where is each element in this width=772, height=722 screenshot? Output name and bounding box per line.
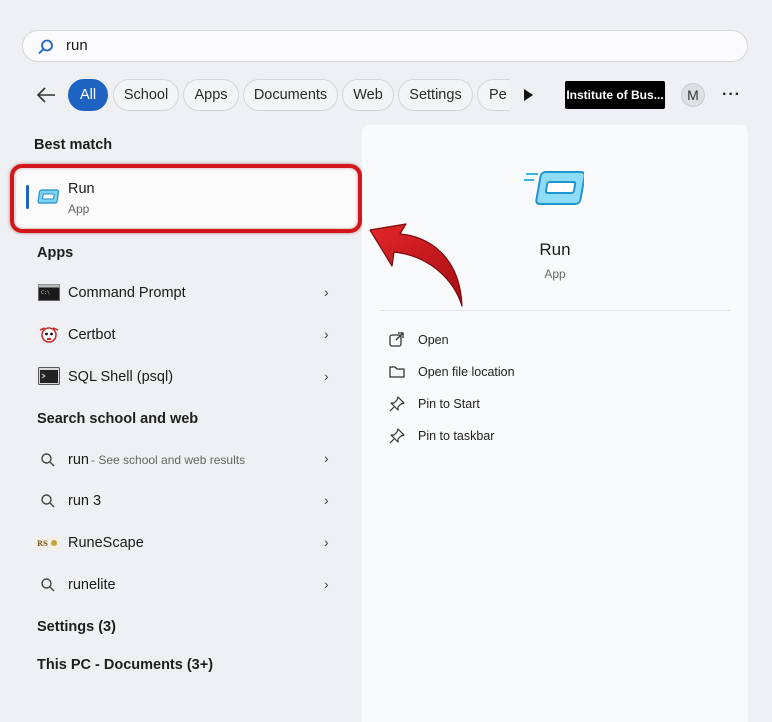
pin-icon (389, 428, 405, 444)
filter-all[interactable]: All (68, 79, 108, 111)
list-item-web-runescape[interactable]: RS RuneScape › (26, 526, 352, 560)
list-item-web-runelite[interactable]: runelite › (26, 568, 352, 602)
action-open-file-location[interactable]: Open file location (384, 361, 714, 385)
certbot-icon (39, 327, 59, 343)
search-icon (41, 494, 55, 508)
chevron-right-icon[interactable]: › (324, 368, 329, 384)
list-item-label: Command Prompt (68, 285, 186, 301)
list-item-label: RuneScape (68, 535, 144, 551)
best-match-heading: Best match (34, 137, 113, 153)
list-item-command-prompt[interactable]: C:\ Command Prompt › (26, 276, 352, 310)
organization-badge[interactable]: Institute of Bus... (565, 81, 665, 109)
list-item-label: SQL Shell (psql) (68, 369, 174, 385)
list-item-label: Certbot (68, 327, 116, 343)
action-label: Open file location (418, 365, 515, 379)
preview-divider (380, 310, 731, 311)
search-icon (41, 578, 55, 592)
filter-apps[interactable]: Apps (183, 79, 239, 111)
filter-documents[interactable]: Documents (243, 79, 338, 111)
folder-icon (389, 366, 405, 378)
list-item-certbot[interactable]: Certbot › (26, 318, 352, 352)
list-item-hint: - See school and web results (91, 453, 246, 467)
avatar[interactable]: M (681, 83, 705, 107)
chevron-right-icon[interactable]: › (324, 284, 329, 300)
documents-heading[interactable]: This PC - Documents (3+) (37, 657, 213, 673)
annotation-arrow-icon (369, 223, 463, 307)
search-box[interactable]: run (22, 30, 748, 62)
chevron-right-icon[interactable]: › (324, 450, 329, 466)
preview-panel (362, 125, 748, 722)
filter-school[interactable]: School (113, 79, 179, 111)
apps-heading: Apps (37, 245, 74, 261)
search-icon (38, 39, 53, 54)
svg-text:C:\: C:\ (41, 290, 50, 296)
command-prompt-icon: C:\ (38, 284, 60, 301)
highlight-frame (10, 164, 362, 233)
chevron-right-icon[interactable]: › (324, 534, 329, 550)
open-external-icon (389, 332, 404, 347)
runescape-icon: RS (36, 537, 60, 549)
back-arrow-icon[interactable] (34, 84, 58, 106)
chevron-right-icon[interactable]: › (324, 492, 329, 508)
run-app-large-icon (524, 171, 584, 205)
list-item-label: run 3 (68, 493, 102, 509)
action-label: Pin to Start (418, 397, 480, 411)
settings-heading[interactable]: Settings (3) (37, 619, 116, 635)
list-item-web-run3[interactable]: run 3 › (26, 484, 352, 518)
search-input[interactable]: run (66, 37, 88, 54)
action-label: Pin to taskbar (418, 429, 495, 443)
sql-shell-icon (38, 367, 60, 385)
filter-settings[interactable]: Settings (398, 79, 473, 111)
list-item-label: run (68, 452, 89, 468)
svg-text:RS: RS (37, 539, 48, 548)
pin-icon (389, 396, 405, 412)
chevron-right-icon[interactable]: › (324, 576, 329, 592)
list-item-label: runelite (68, 577, 116, 593)
search-web-heading: Search school and web (37, 411, 199, 427)
action-pin-to-taskbar[interactable]: Pin to taskbar (384, 425, 714, 449)
more-options-icon[interactable]: ··· (722, 86, 741, 104)
action-pin-to-start[interactable]: Pin to Start (384, 393, 714, 417)
action-open[interactable]: Open (384, 329, 714, 353)
scroll-right-icon[interactable] (521, 87, 535, 103)
list-item-web-run[interactable]: run - See school and web results › (26, 442, 352, 476)
action-label: Open (418, 333, 449, 347)
search-icon (41, 453, 55, 467)
filter-web[interactable]: Web (342, 79, 394, 111)
chevron-right-icon[interactable]: › (324, 326, 329, 342)
filter-people[interactable]: Pe (477, 79, 510, 111)
list-item-sql-shell[interactable]: SQL Shell (psql) › (26, 360, 352, 394)
